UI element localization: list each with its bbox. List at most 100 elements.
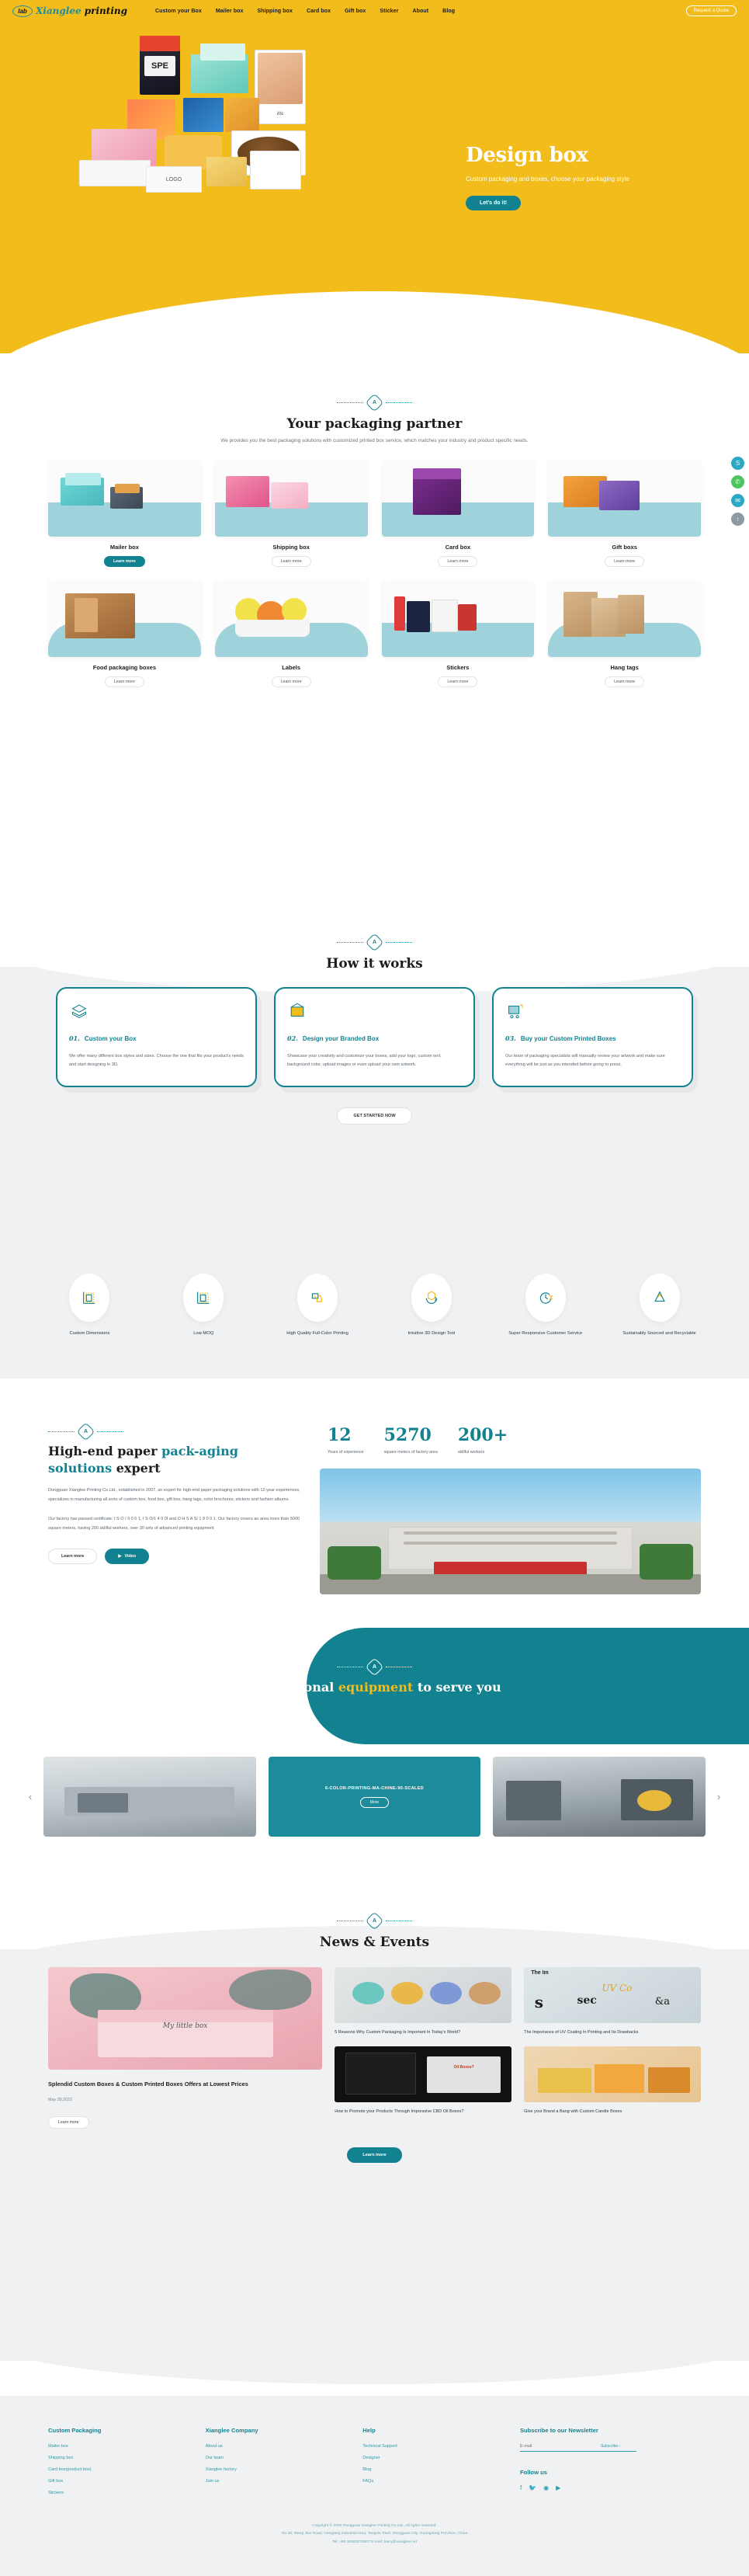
how-step-title-1: Custom your Box xyxy=(84,1035,137,1042)
equipment-slide-2[interactable]: 6-COLOR-PRINTING-MA-CHINE-90-SCALED More xyxy=(268,1757,481,1837)
equipment-title-highlight: equipment xyxy=(338,1680,414,1695)
footer-link-gift-box[interactable]: Gift box xyxy=(48,2479,206,2484)
product-learn-more-button[interactable]: Learn more xyxy=(271,556,311,567)
features-section: Custom Dimensions Low MOQ High Quality F… xyxy=(0,1274,749,1338)
nav-item-card-box[interactable]: Card box xyxy=(307,9,331,14)
nav-item-custom-your-box[interactable]: Custom your Box xyxy=(155,9,202,14)
product-image xyxy=(548,581,701,657)
nav-item-mailer-box[interactable]: Mailer box xyxy=(216,9,244,14)
equipment-slide-1[interactable] xyxy=(43,1757,256,1837)
product-card-food-packaging-boxes[interactable]: Food packaging boxes Learn more xyxy=(48,581,201,687)
product-card-gift-boxs[interactable]: Gift boxs Learn more xyxy=(548,461,701,567)
skype-icon[interactable]: S xyxy=(731,457,744,470)
logo[interactable]: lab Xianglee printing xyxy=(12,5,127,17)
youtube-icon[interactable]: ▶ xyxy=(556,2484,560,2491)
facebook-icon[interactable]: f xyxy=(520,2484,522,2491)
equipment-title-part2: to serve you xyxy=(413,1680,501,1695)
equipment-more-button[interactable]: More xyxy=(359,1796,390,1808)
product-learn-more-button[interactable]: Learn more xyxy=(103,556,145,567)
news-featured-image-caption: My little box xyxy=(162,2022,208,2031)
instagram-icon[interactable]: ◉ xyxy=(543,2484,549,2491)
news-card-1[interactable]: 5 Reasons Why Custom Packaging Is Import… xyxy=(335,1967,512,2037)
scroll-top-icon[interactable]: ↑ xyxy=(731,513,744,526)
product-label: Shipping box xyxy=(272,544,310,551)
twitter-icon[interactable]: 🐦 xyxy=(529,2484,536,2491)
product-image xyxy=(548,461,701,537)
news-featured-card[interactable]: My little box Splendid Custom Boxes & Cu… xyxy=(48,1967,323,2129)
feature-icon-wrap xyxy=(69,1274,110,1322)
equipment-section: A Professional equipment to serve you ‹ … xyxy=(0,1623,749,1903)
footer-link-card-box[interactable]: Card box(product box) xyxy=(48,2467,206,2472)
nav-item-blog[interactable]: Blog xyxy=(442,9,455,14)
how-step-body-2: Showcase your creativity and customize y… xyxy=(287,1053,442,1068)
stat-number: 200+ xyxy=(457,1425,508,1445)
news-card-4[interactable]: Give your Brand a Bang with Custom Candl… xyxy=(524,2046,701,2116)
footer-link-stickers[interactable]: Stickers xyxy=(48,2491,206,2495)
product-card-stickers[interactable]: Stickers Learn more xyxy=(381,581,535,687)
how-it-works-cards: 01. Custom your Box We offer many differe… xyxy=(0,987,749,1087)
equipment-slide-3[interactable] xyxy=(493,1757,706,1837)
product-learn-more-button[interactable]: Learn more xyxy=(438,556,478,567)
product-image xyxy=(214,581,368,657)
how-step-card-2[interactable]: 02. Design your Branded Box Showcase your… xyxy=(274,987,475,1087)
news-featured-learn-more-button[interactable]: Learn more xyxy=(48,2116,89,2129)
news-learn-more-button[interactable]: Learn more xyxy=(347,2147,402,2164)
hero-product-illustration: SPE Iris LOGO xyxy=(47,33,419,266)
email-icon[interactable]: ✉ xyxy=(731,494,744,507)
nav-item-sticker[interactable]: Sticker xyxy=(380,9,398,14)
footer-link-faqs[interactable]: FAQs xyxy=(362,2479,520,2484)
product-card-shipping-box[interactable]: Shipping box Learn more xyxy=(214,461,368,567)
footer-link-designer[interactable]: Designer xyxy=(362,2456,520,2460)
news-featured-image: My little box xyxy=(48,1967,323,2070)
how-step-card-3[interactable]: 03. Buy your Custom Printed Boxes Our tea… xyxy=(492,987,693,1087)
footer-link-blog[interactable]: Blog xyxy=(362,2467,520,2472)
footer-link-technical-support[interactable]: Technical Support xyxy=(362,2444,520,2449)
badge-icon: A xyxy=(365,933,384,952)
newsletter-email-input[interactable] xyxy=(519,2444,595,2449)
product-card-mailer-box[interactable]: Mailer box Learn more xyxy=(48,461,201,567)
nav-item-shipping-box[interactable]: Shipping box xyxy=(257,9,293,14)
feature-icon-wrap xyxy=(411,1274,452,1322)
about-learn-more-button[interactable]: Learn more xyxy=(48,1549,98,1565)
product-card-labels[interactable]: Labels Learn more xyxy=(214,581,368,687)
product-card-card-box[interactable]: Card box Learn more xyxy=(381,461,535,567)
hero-cta-button[interactable]: Let's do it! xyxy=(466,196,522,210)
carousel-next-icon[interactable]: › xyxy=(713,1791,724,1803)
how-step-card-1[interactable]: 01. Custom your Box We offer many differe… xyxy=(56,987,257,1087)
how-step-heading-1: 01. Custom your Box xyxy=(69,1034,244,1044)
product-card-hang-tags[interactable]: Hang tags Learn more xyxy=(548,581,701,687)
product-learn-more-button[interactable]: Learn more xyxy=(605,676,645,687)
request-quote-button[interactable]: Request a Quote xyxy=(685,5,737,16)
whatsapp-icon[interactable]: ✆ xyxy=(731,475,744,488)
product-learn-more-button[interactable]: Learn more xyxy=(104,676,144,687)
footer-link-mailer-box[interactable]: Mailer box xyxy=(48,2444,206,2449)
footer-link-our-team[interactable]: Our team xyxy=(206,2456,363,2460)
section-ornament: A xyxy=(48,1422,304,1441)
get-started-button[interactable]: GET STARTED NOW xyxy=(337,1107,412,1125)
newsletter-subscribe-button[interactable]: Subscribe › xyxy=(601,2444,620,2449)
stat-number: 5270 xyxy=(383,1425,432,1445)
product-learn-more-button[interactable]: Learn more xyxy=(438,676,478,687)
hero-section: SPE Iris LOGO Design box Custom packagin… xyxy=(0,0,749,353)
carousel-prev-icon[interactable]: ‹ xyxy=(25,1791,36,1803)
footer-link-xianglee-factory[interactable]: Xianglee factory xyxy=(206,2467,363,2472)
how-step-number-2: 02. xyxy=(287,1034,298,1042)
nav-item-gift-box[interactable]: Gift box xyxy=(345,9,366,14)
product-image xyxy=(381,581,535,657)
product-learn-more-button[interactable]: Learn more xyxy=(605,556,645,567)
factory-photo xyxy=(320,1469,701,1594)
about-video-button[interactable]: ▶ Video xyxy=(105,1549,150,1565)
footer-link-join-us[interactable]: Join us xyxy=(206,2479,363,2484)
footer-link-shipping-box[interactable]: Shipping box xyxy=(48,2456,206,2460)
newsletter-form: Subscribe › xyxy=(519,2444,636,2452)
product-learn-more-button[interactable]: Learn more xyxy=(271,676,311,687)
news-card-3[interactable]: Oil Boxes? How to Promote your Products … xyxy=(335,2046,512,2116)
footer-link-about-us[interactable]: About us xyxy=(206,2444,363,2449)
how-step-heading-3: 03. Buy your Custom Printed Boxes xyxy=(505,1034,680,1044)
fast-clock-icon xyxy=(539,1292,553,1304)
stat-label: skillful workers xyxy=(457,1450,485,1455)
news-card-2[interactable]: The Im UV Co s sec &a The Importance of … xyxy=(524,1967,701,2037)
how-step-heading-2: 02. Design your Branded Box xyxy=(287,1034,462,1044)
section-ornament: A xyxy=(0,1657,749,1677)
nav-item-about[interactable]: About xyxy=(412,9,428,14)
